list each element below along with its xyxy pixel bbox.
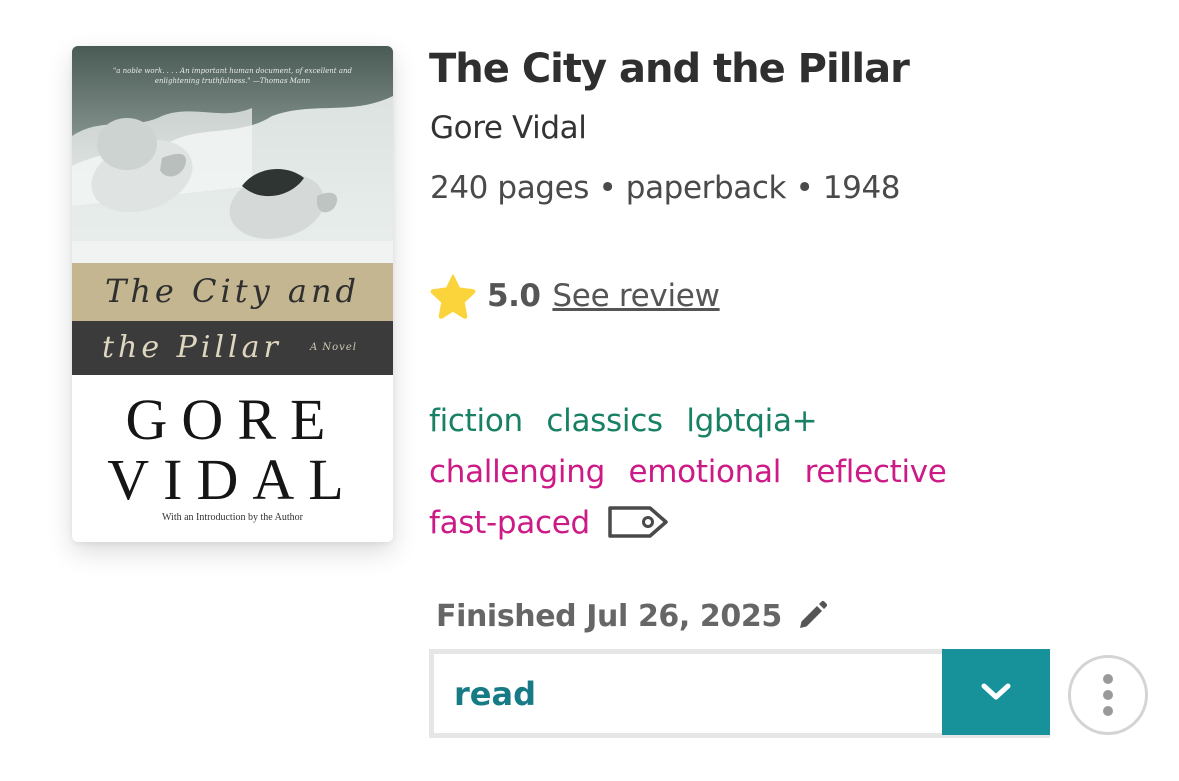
cover-title-line2: the Pillar	[102, 330, 282, 365]
cover-title-line1: The City and	[104, 272, 361, 310]
star-icon	[430, 274, 476, 319]
tag-list: fiction classics lgbtqia+ challenging em…	[429, 396, 1049, 549]
book-author[interactable]: Gore Vidal	[430, 110, 587, 146]
cover-quote: "a noble work. . . . An important human …	[112, 67, 352, 85]
tag-mood[interactable]: emotional	[629, 454, 782, 490]
cover-author-line1: GORE	[125, 387, 340, 452]
rating-value: 5.0	[487, 278, 541, 314]
tag-genre[interactable]: lgbtqia+	[686, 403, 817, 439]
chevron-down-icon	[981, 683, 1011, 700]
pace-tags-row: fast-paced	[429, 498, 1049, 549]
rating-row: 5.0 See review	[429, 272, 720, 320]
cover-intro: With an Introduction by the Author	[162, 512, 303, 523]
mood-tags-row: challenging emotional reflective	[429, 447, 1049, 498]
cover-subtitle: A Novel	[310, 342, 357, 353]
tag-genre[interactable]: fiction	[429, 403, 523, 439]
see-review-link[interactable]: See review	[552, 278, 720, 314]
tag-pace[interactable]: fast-paced	[429, 505, 590, 541]
book-title[interactable]: The City and the Pillar	[429, 46, 910, 92]
tag-genre[interactable]: classics	[546, 403, 663, 439]
reading-status-value[interactable]: read	[429, 649, 942, 738]
tag-icon[interactable]	[606, 502, 670, 542]
pencil-icon[interactable]	[794, 598, 830, 634]
cover-author-line2: VIDAL	[107, 447, 358, 512]
status-dropdown-button[interactable]	[942, 649, 1050, 738]
book-cover[interactable]: "a noble work. . . . An important human …	[72, 46, 393, 542]
tag-mood[interactable]: challenging	[429, 454, 605, 490]
finished-text: Finished Jul 26, 2025	[436, 598, 782, 634]
more-vertical-icon	[1103, 674, 1113, 716]
book-meta: 240 pages • paperback • 1948	[430, 170, 901, 206]
finished-date: Finished Jul 26, 2025	[436, 598, 830, 634]
tag-mood[interactable]: reflective	[805, 454, 947, 490]
more-options-button[interactable]	[1068, 655, 1148, 735]
genre-tags-row: fiction classics lgbtqia+	[429, 396, 1049, 447]
cover-photo: "a noble work. . . . An important human …	[72, 46, 393, 263]
reading-status-select[interactable]: read	[429, 649, 1050, 738]
